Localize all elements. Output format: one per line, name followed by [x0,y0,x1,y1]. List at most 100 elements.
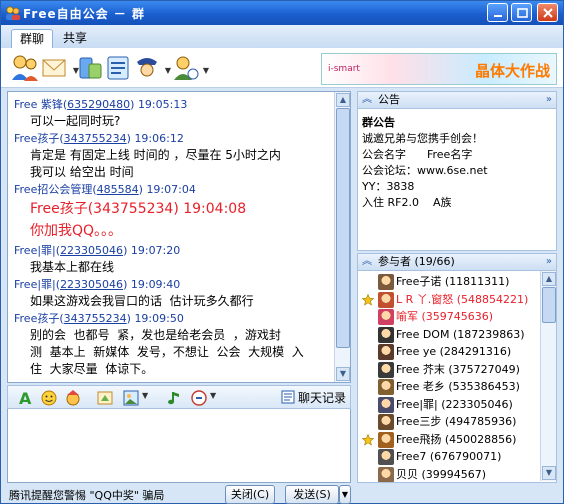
chevron-up-icon: ︽ [362,94,372,105]
message-body-large: Free孩子(343755234) 19:04:08 [30,201,247,217]
ad-banner[interactable]: i-smart 晶体大作战 [321,53,557,85]
member-name: Free子诺 (11811311) [396,275,510,288]
qq-link[interactable]: 343755234 [64,132,127,145]
profile-icon [174,56,199,80]
member-item[interactable]: Free三步 (494785936) [358,413,542,431]
scroll-up-icon[interactable]: ▲ [336,93,350,107]
qq-link[interactable]: 635290480 [67,98,130,111]
message-body: 我可以 给空出 时间 [30,165,134,179]
image-icon[interactable] [122,389,140,407]
close-button[interactable]: 关闭(C) [225,485,275,504]
chat-history-button[interactable]: 聊天记录 [281,389,346,407]
avatar[interactable] [378,449,394,465]
chevron-right-icon[interactable]: » [546,254,552,270]
member-scrollbar[interactable]: ▲ ▼ [540,271,556,481]
chevron-right-icon[interactable]: » [546,92,552,108]
chat-scrollbar[interactable]: ▲ ▼ [334,92,350,382]
group-icon [6,6,20,20]
scroll-down-icon[interactable]: ▼ [542,466,556,480]
scroll-thumb[interactable] [542,287,556,323]
tab-share[interactable]: 共享 [55,29,95,48]
member-item[interactable]: Free7 (676790071) [358,448,542,466]
announcement-header[interactable]: ︽ 公告 » [357,91,557,109]
scroll-up-icon[interactable]: ▲ [542,272,556,286]
announcement-line: 公会名字 Free名字 [362,148,473,161]
scroll-down-icon[interactable]: ▼ [336,367,350,381]
screenshot-icon[interactable] [96,389,114,407]
qq-group-window: Free自由公会 － 群 群聊 共享 ▼ ▼ ▼ i-smart 晶体大作战 F… [0,0,564,504]
group-members-button[interactable] [9,52,41,84]
chevron-down-icon: ▼ [341,490,349,499]
member-item[interactable]: Free ye (284291316) [358,343,542,361]
member-name: 喻军 (359745636) [396,310,494,323]
member-item[interactable]: 贝贝 (39994567) [358,466,542,482]
announcement-body: 群公告 诚邀兄弟与您携手创会！ 公会名字 Free名字 公会论坛：www.6se… [357,109,557,251]
member-item[interactable]: Free子诺 (11811311) [358,273,542,291]
member-name: Free DOM (187239863) [396,327,525,341]
avatar[interactable] [378,344,394,360]
member-item[interactable]: Free飛扬 (450028856) [358,431,542,449]
maximize-button[interactable] [511,3,532,22]
emoji-icon[interactable] [40,389,58,407]
member-item[interactable]: Free|罪| (223305046) [358,396,542,414]
members-header[interactable]: ︽ 参与者 (19/66) » [357,253,557,271]
avatar[interactable] [378,431,394,448]
music-icon[interactable] [166,389,184,407]
tab-group-chat[interactable]: 群聊 [11,29,54,48]
voice-icon[interactable] [190,389,208,407]
member-name: Free飛扬 (450028856) [396,432,517,446]
message-input[interactable] [7,409,351,483]
chat-history-pane: Free 紫锋(635290480) 19:05:13 可以一起同时玩? Fre… [7,91,351,383]
member-name: Free 芥末 (375727049) [396,362,520,376]
minimize-button[interactable] [487,3,508,22]
police-button[interactable]: ▼ [133,52,171,84]
chevron-down-icon[interactable]: ▼ [210,391,216,400]
font-icon[interactable]: A [16,389,34,407]
avatar[interactable] [378,414,394,430]
chat-history-label: 聊天记录 [297,391,346,405]
magic-face-icon[interactable] [64,389,82,407]
message-body: 可以一起同时玩? [30,114,121,128]
profile-button[interactable]: ▼ [171,52,209,84]
avatar[interactable] [378,291,394,308]
avatar[interactable] [378,379,394,395]
send-button[interactable]: 发送(S) [285,485,339,504]
member-item[interactable]: Free 芥末 (375727049) [358,361,542,379]
avatar[interactable] [378,274,394,290]
message-body: 我基本上都在线 [30,260,115,274]
history-icon [281,390,295,404]
view-profile-icon [137,58,157,77]
message-body: 住 大家尽量 体谅下。 [30,362,154,376]
settings-icon [107,56,129,80]
title-bar[interactable]: Free自由公会 － 群 [1,1,563,25]
avatar[interactable] [378,361,394,378]
share-icon [79,57,102,79]
avatar[interactable] [378,466,394,482]
member-item[interactable]: Free 老乡 (535386453) [358,378,542,396]
member-name: 贝贝 (39994567) [396,467,487,481]
qq-link[interactable]: 485584 [97,183,139,196]
close-window-button[interactable] [537,3,558,22]
avatar[interactable] [378,396,394,413]
qq-link[interactable]: 343755234 [64,312,127,325]
scroll-thumb[interactable] [336,108,350,348]
send-options-button[interactable]: ▼ [339,485,351,504]
member-name: Free三步 (494785936) [396,415,517,428]
message-body: 别的会 也都号 紧，发也是给老会员 ，游戏封 [30,328,281,342]
member-item[interactable]: Free DOM (187239863) [358,326,542,344]
format-toolbar: A ▼ ▼ 聊天记录 [7,385,351,409]
member-item[interactable]: L R 丫.窗怒 (548854221) [358,291,542,309]
avatar[interactable] [378,326,394,343]
announcement-title: 公告 [378,93,400,106]
security-tip[interactable]: 腾讯提醒您警惕 "QQ中奖" 骗局 [9,487,164,503]
member-item[interactable]: 喻军 (359745636) [358,308,542,326]
qq-link[interactable]: 223305046 [60,244,123,257]
announcement-line: 公会论坛：www.6se.net [362,164,488,177]
chevron-down-icon[interactable]: ▼ [142,391,148,400]
message-header: Free 紫锋(635290480) 19:05:13 [14,98,188,111]
message-list[interactable]: Free 紫锋(635290480) 19:05:13 可以一起同时玩? Fre… [8,92,336,382]
message-body: 肯定是 有固定上线 时间的 ，尽量在 5小时之内 [30,148,281,162]
qq-link[interactable]: 223305046 [60,278,123,291]
avatar[interactable] [378,309,394,325]
mail-button[interactable]: ▼ [41,52,79,84]
